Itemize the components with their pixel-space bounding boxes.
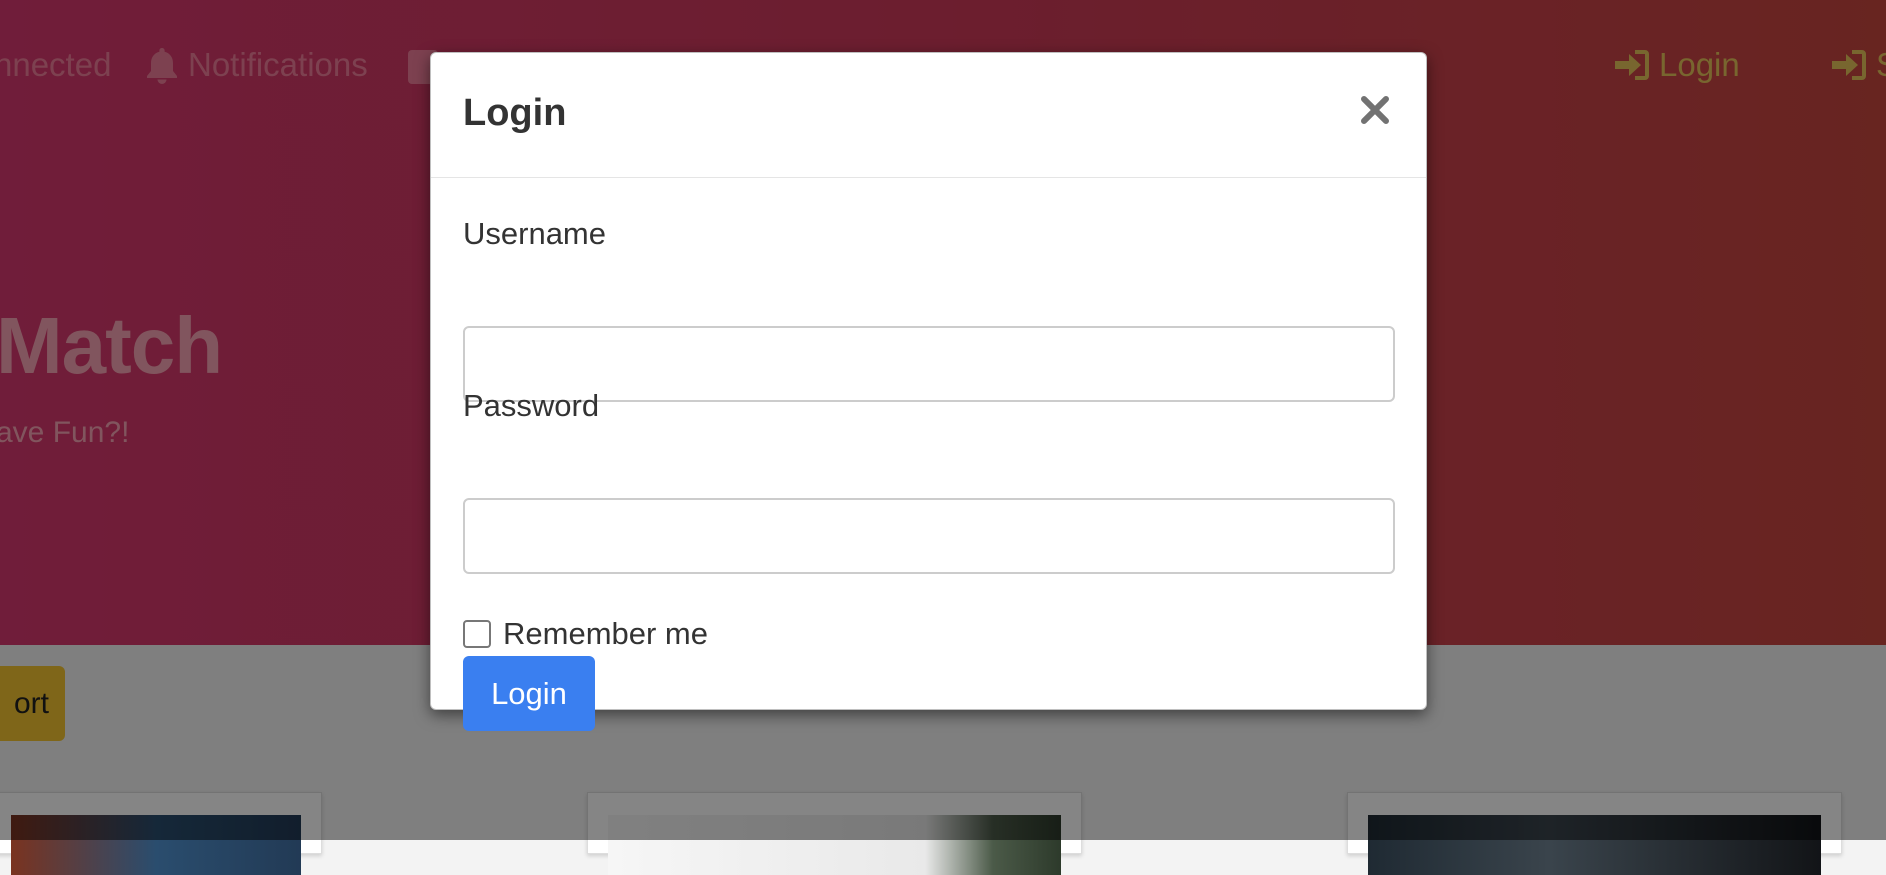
username-input[interactable] — [463, 326, 1395, 402]
login-modal: Login Username Password Remember me Logi… — [430, 52, 1427, 731]
close-button[interactable] — [1358, 93, 1392, 127]
username-label: Username — [463, 216, 606, 251]
remember-me-label: Remember me — [503, 616, 708, 651]
remember-me-checkbox[interactable] — [463, 620, 491, 648]
password-label: Password — [463, 388, 600, 423]
modal-header: Login — [431, 53, 1426, 178]
modal-title: Login — [463, 92, 567, 134]
remember-me-row[interactable]: Remember me — [463, 616, 708, 652]
close-icon — [1358, 96, 1392, 130]
password-input[interactable] — [463, 498, 1395, 574]
login-submit-button[interactable]: Login — [463, 656, 595, 731]
